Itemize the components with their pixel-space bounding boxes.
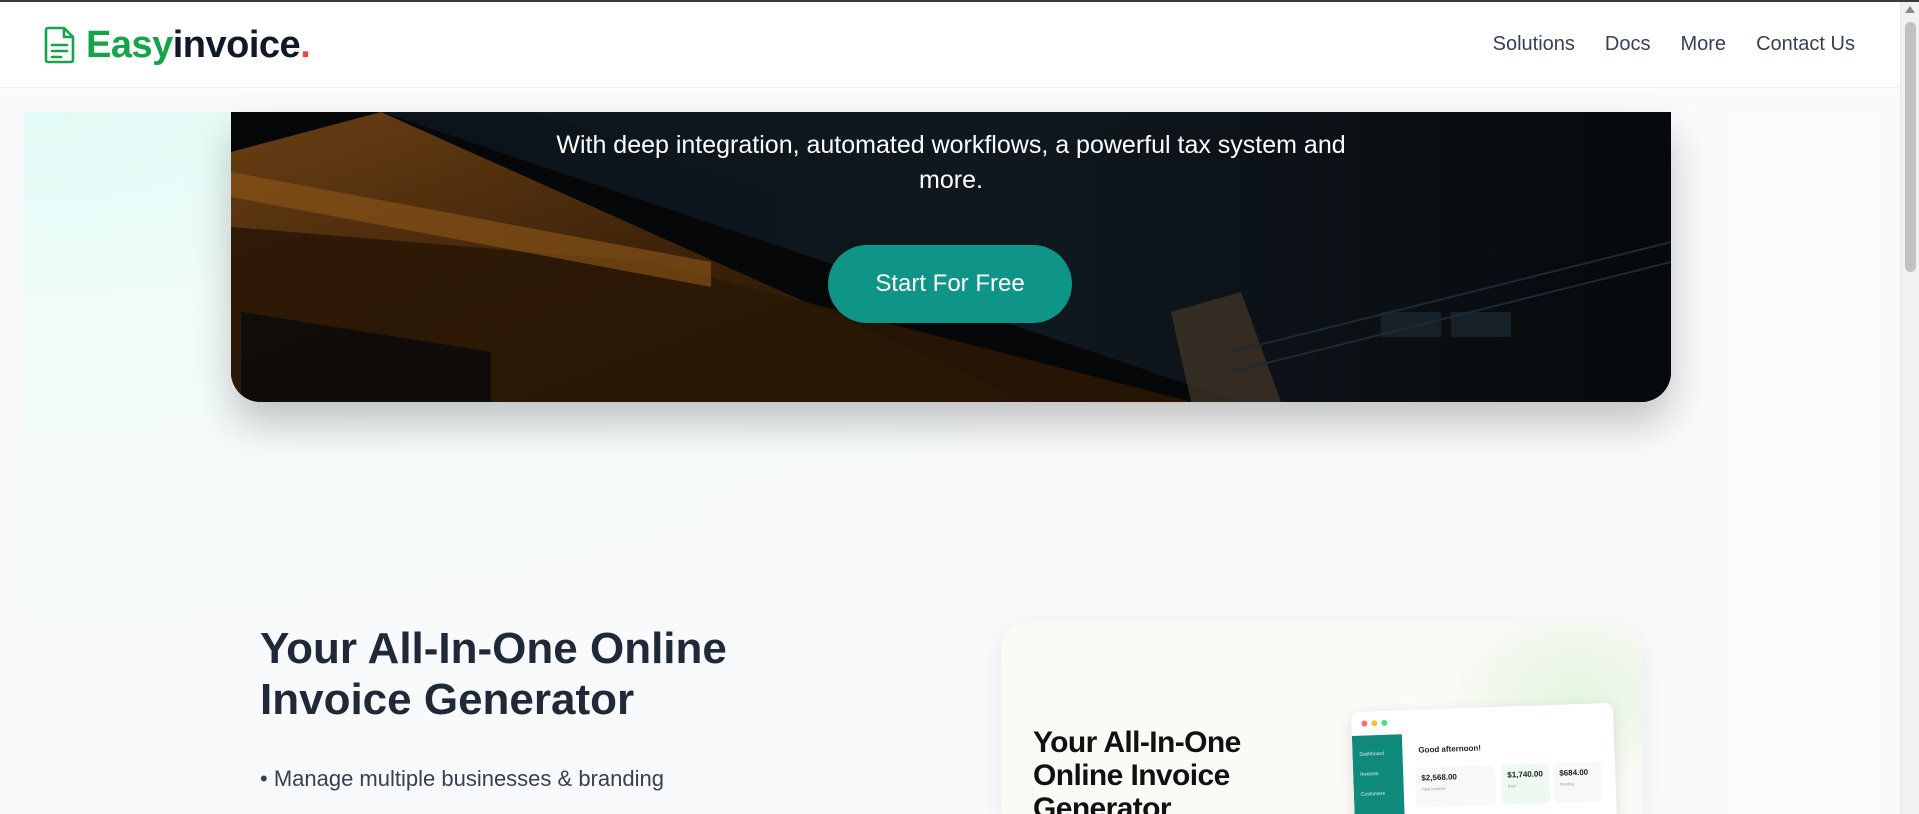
brand-name-part2: invoice	[172, 23, 301, 66]
scroll-up-arrow-icon[interactable]	[1905, 6, 1915, 13]
brand-logo[interactable]: Easyinvoice.	[44, 23, 311, 66]
background-fade	[1734, 112, 1874, 814]
mini-stat-label: Pending	[1559, 781, 1575, 787]
brand-dot: .	[300, 23, 311, 66]
start-for-free-button[interactable]: Start For Free	[828, 245, 1072, 323]
feature-title: Your All-In-One Online Invoice Generator	[260, 624, 727, 724]
scrollbar-thumb[interactable]	[1905, 22, 1916, 272]
mini-sidebar-item: Invoices	[1360, 771, 1379, 778]
mini-stat-value: $2,568.00	[1421, 772, 1458, 783]
document-icon	[44, 26, 75, 63]
nav-more[interactable]: More	[1680, 33, 1726, 56]
nav-docs[interactable]: Docs	[1605, 33, 1651, 56]
feature-bullet: • Manage multiple businesses & branding	[260, 766, 664, 791]
mini-stat-value: $1,740.00	[1507, 769, 1544, 780]
mini-sidebar: Dashboard Invoices Customers	[1351, 734, 1406, 814]
mini-dashboard-preview: Dashboard Invoices Customers Good aftern…	[1351, 702, 1618, 814]
brand-wordmark: Easyinvoice.	[86, 23, 311, 66]
hero-banner: With deep integration, automated workflo…	[231, 112, 1671, 402]
mini-stat-card: $1,740.00 Paid	[1500, 763, 1551, 805]
nav-contact-us[interactable]: Contact Us	[1756, 33, 1855, 56]
mini-stat-card: $684.00 Pending	[1552, 761, 1603, 803]
brand-name-part1: Easy	[86, 23, 173, 66]
mini-stat-label: Total invoices	[1421, 785, 1446, 792]
mini-stat-label: Paid	[1507, 783, 1516, 789]
preview-title: Your All-In-One Online Invoice Generator	[1033, 726, 1241, 814]
site-header: Easyinvoice. Solutions Docs More Contact…	[0, 2, 1900, 88]
nav-solutions[interactable]: Solutions	[1493, 33, 1575, 56]
mini-stat-value: $684.00	[1559, 767, 1589, 778]
page-scrollbar[interactable]	[1900, 2, 1919, 814]
hero-subtitle: With deep integration, automated workflo…	[556, 131, 1346, 194]
mini-sidebar-item: Customers	[1360, 790, 1386, 798]
mini-stat-card: $2,568.00 Total invoices	[1414, 765, 1497, 808]
main-nav: Solutions Docs More Contact Us	[1493, 33, 1855, 56]
window-controls	[1361, 719, 1388, 727]
mini-greeting: Good afternoon!	[1418, 743, 1482, 755]
mini-sidebar-item: Dashboard	[1359, 750, 1385, 758]
product-preview-card: Your All-In-One Online Invoice Generator…	[1001, 622, 1642, 814]
